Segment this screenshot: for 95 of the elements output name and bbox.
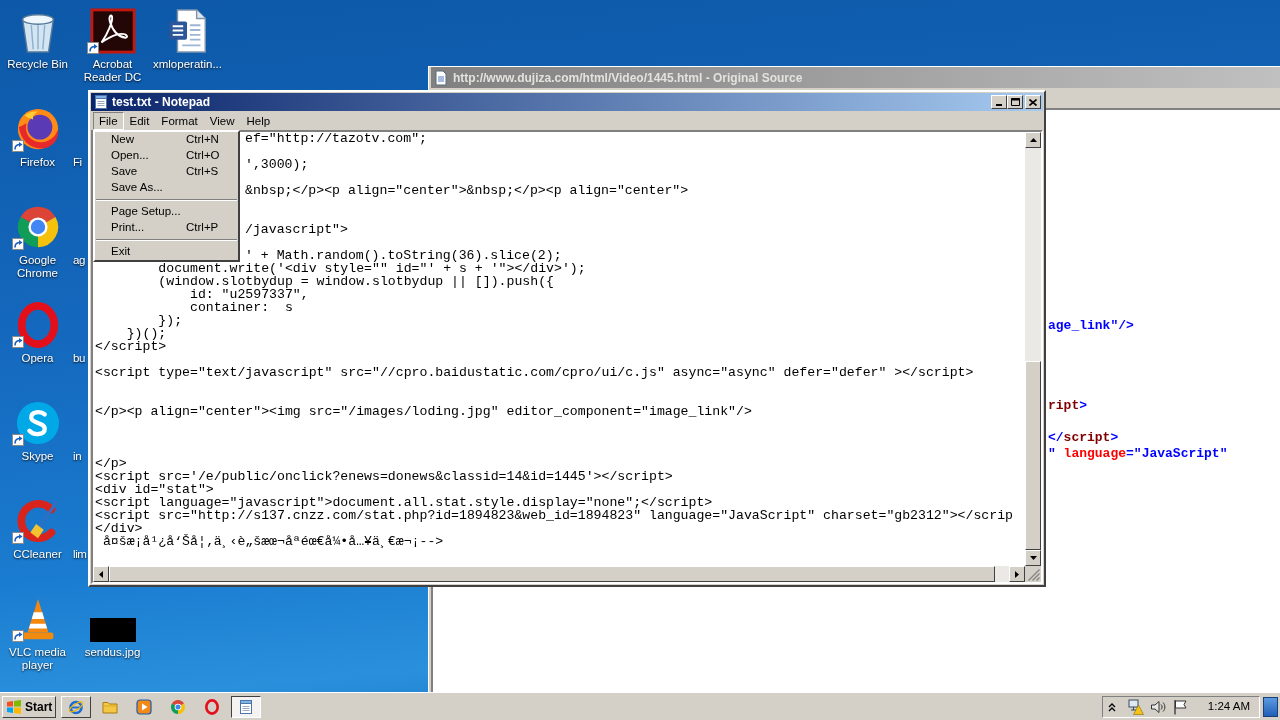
scroll-down-button[interactable] [1025, 550, 1041, 566]
source-code-line: age_link"/> [1048, 318, 1134, 333]
speaker-icon[interactable] [1149, 698, 1166, 715]
menu-item[interactable]: Exit [95, 244, 238, 260]
browser-icon [68, 698, 85, 715]
code-line: </div> [95, 521, 143, 536]
app-tile-icon[interactable] [89, 8, 136, 54]
icon-label[interactable]: Skype [21, 450, 54, 463]
menu-bar-item[interactable]: View [203, 111, 241, 130]
window-title: http://www.dujiza.com/html/Video/1445.html - Original Source [453, 69, 803, 87]
icon-label[interactable]: Fi [73, 156, 82, 169]
browser-icon [170, 698, 187, 715]
clock[interactable]: 1:24 AM [1207, 697, 1250, 716]
maximize-icon [1010, 98, 1020, 106]
code-line: <script type="text/javascript" src="//cpro.baidustatic.com/cpro/ui/c.js" async="async" defer="defer" ></script> [95, 365, 974, 380]
menu-item[interactable]: Save Ctrl+S [95, 164, 238, 180]
window-title: test.txt - Notepad [112, 94, 210, 111]
source-code-line: ript> [1048, 398, 1088, 413]
minimize-icon [996, 104, 1002, 106]
notepad-icon [93, 94, 109, 110]
show-desktop-button[interactable] [1263, 696, 1278, 717]
scroll-left-button[interactable] [93, 566, 109, 582]
code-line: <script language="javascript">document.all.stat.style.display="none";</script> [95, 495, 713, 510]
ring-icon [204, 698, 221, 715]
code-line: <div id="stat"> [95, 482, 214, 497]
flag-icon[interactable] [1171, 698, 1188, 715]
keyboard-shortcut: Ctrl+N [186, 132, 219, 148]
menu-bar-item[interactable]: File [93, 111, 124, 130]
scroll-up-button[interactable] [1025, 132, 1041, 148]
code-line: </script> [95, 339, 167, 354]
code-line: <script src="http://s137.cnzz.com/stat.php?id=1894823&web_id=1894823" language="JavaScript" charset="gb2312"></scrip [95, 508, 1013, 523]
code-line: container: s [189, 300, 293, 315]
menu-item[interactable]: Save As... [95, 180, 238, 196]
code-line: &nbsp;</p><p align="center">&nbsp;</p><p align="center"> [245, 183, 689, 198]
menu-item[interactable]: Open... Ctrl+O [95, 148, 238, 164]
menu-bar-item[interactable]: Format [155, 111, 204, 130]
taskbar-button[interactable] [231, 695, 262, 718]
maximize-button[interactable] [1007, 95, 1023, 109]
arrow-left-icon [99, 570, 103, 578]
icon-label[interactable]: ag [73, 254, 85, 267]
code-line: ef="http://tazotv.com"; [245, 132, 428, 146]
page-icon [433, 69, 449, 86]
code-line: </p> [95, 456, 127, 471]
vertical-scrollbar[interactable] [1025, 132, 1041, 566]
code-line: /javascript"> [245, 222, 348, 237]
scrollbar-thumb[interactable] [1025, 361, 1041, 550]
code-line: id: "u2597337", [189, 287, 309, 302]
image-thumbnail[interactable] [89, 618, 136, 642]
play-icon [136, 698, 153, 715]
start-logo-icon [6, 698, 22, 715]
chevron-up-icon[interactable] [1107, 701, 1116, 712]
resize-grip-icon[interactable] [1028, 569, 1040, 581]
close-icon [1029, 98, 1037, 106]
code-line: å¤šæ¡å¹¿å‘Šå¦‚ä¸‹è„šæœ¬åªéœ€å¼•å…¥ä¸€æ¬¡--> [102, 534, 444, 549]
scroll-right-button[interactable] [1009, 566, 1025, 582]
icon-label[interactable]: sendus.jpg [84, 646, 141, 659]
menu-item[interactable]: New Ctrl+N [95, 132, 238, 148]
code-line: }); [158, 313, 183, 328]
keyboard-shortcut: Ctrl+O [186, 148, 220, 164]
icon-label[interactable]: VLC media player [1, 646, 74, 672]
arrow-right-icon [1015, 570, 1019, 578]
code-line: ',3000); [245, 157, 309, 172]
network-icon[interactable] [1127, 698, 1144, 715]
menu-item[interactable]: Print... Ctrl+P [95, 220, 238, 236]
menu-bar-item[interactable]: Help [240, 111, 277, 130]
icon-label[interactable]: Opera [21, 352, 54, 365]
code-line: <script src='/e/public/onclick?enews=donews&classid=14&id=1445'></script> [95, 469, 673, 484]
menu-item[interactable]: Page Setup... [95, 204, 238, 220]
icon-label[interactable]: in [73, 450, 82, 463]
keyboard-shortcut: Ctrl+P [186, 220, 219, 236]
arrow-up-icon [1029, 138, 1037, 142]
keyboard-shortcut: Ctrl+S [186, 164, 219, 180]
close-button[interactable] [1025, 95, 1041, 109]
icon-label[interactable]: lim [73, 548, 87, 561]
code-line: document.write('<div style="" id="' + s + '"></div>'); [158, 261, 586, 276]
chat-app-icon[interactable] [14, 400, 61, 446]
code-line: ' + Math.random().toString(36).slice(2); [245, 248, 562, 263]
code-line: </p><p align="center"><img src="/images/loding.jpg" editor_component="image_link"/> [95, 404, 752, 419]
menu-bar-item[interactable]: Edit [123, 111, 156, 130]
notepad-icon [238, 698, 255, 715]
icon-label[interactable]: xmloperatin... [153, 58, 222, 71]
icon-label[interactable]: Acrobat Reader DC [76, 58, 149, 84]
icon-label[interactable]: Firefox [19, 156, 56, 169]
code-line: (window.slotbydup = window.slotbydup || []).push({ [158, 274, 554, 289]
source-code-line: </script> [1048, 430, 1119, 445]
arrow-down-icon [1029, 556, 1037, 560]
code-line: })(); [126, 326, 167, 341]
icon-label[interactable]: CCleaner [13, 548, 62, 561]
start-button[interactable]: Start [2, 695, 57, 718]
minimize-button[interactable] [991, 95, 1007, 109]
source-code-line: " language="JavaScript" [1048, 446, 1228, 461]
broom-icon[interactable] [14, 498, 61, 544]
icon-label[interactable]: bu [73, 352, 85, 365]
icon-label[interactable]: Google Chrome [1, 254, 74, 280]
icon-label[interactable]: Recycle Bin [7, 58, 68, 71]
